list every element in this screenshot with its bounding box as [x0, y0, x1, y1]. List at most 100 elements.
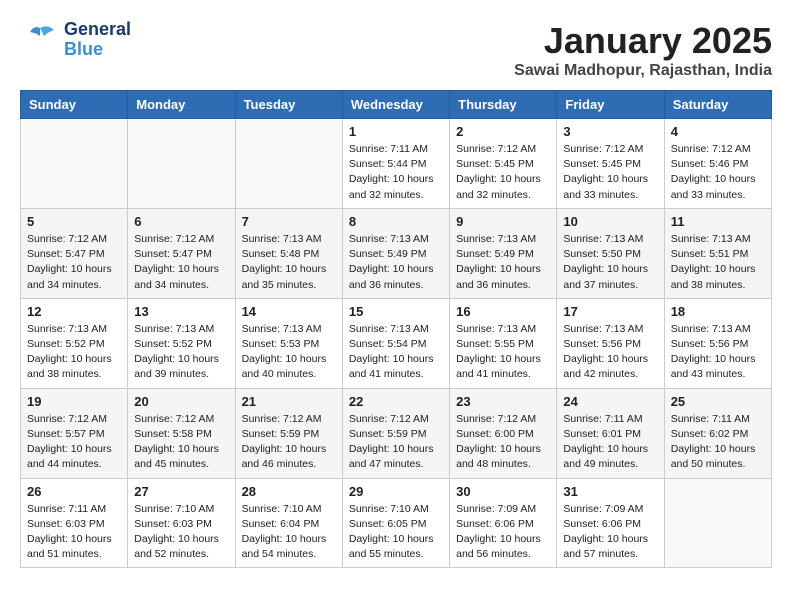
day-info: Sunrise: 7:13 AM Sunset: 5:54 PM Dayligh…: [349, 322, 443, 383]
calendar-header-tuesday: Tuesday: [235, 91, 342, 119]
day-info: Sunrise: 7:11 AM Sunset: 5:44 PM Dayligh…: [349, 142, 443, 203]
day-info: Sunrise: 7:13 AM Sunset: 5:56 PM Dayligh…: [563, 322, 657, 383]
day-info: Sunrise: 7:12 AM Sunset: 5:59 PM Dayligh…: [349, 412, 443, 473]
calendar-cell: 14Sunrise: 7:13 AM Sunset: 5:53 PM Dayli…: [235, 298, 342, 388]
day-number: 2: [456, 124, 550, 139]
day-info: Sunrise: 7:11 AM Sunset: 6:01 PM Dayligh…: [563, 412, 657, 473]
calendar-cell: 30Sunrise: 7:09 AM Sunset: 6:06 PM Dayli…: [450, 478, 557, 568]
day-info: Sunrise: 7:12 AM Sunset: 5:58 PM Dayligh…: [134, 412, 228, 473]
sub-title: Sawai Madhopur, Rajasthan, India: [514, 62, 772, 80]
calendar-cell: 18 Sunrise: 7:13 AM Sunset: 5:56 PM Dayli…: [664, 298, 771, 388]
logo-label: General Blue: [64, 20, 131, 60]
calendar-header-monday: Monday: [128, 91, 235, 119]
logo: General Blue: [20, 20, 131, 60]
calendar-cell: 24Sunrise: 7:11 AM Sunset: 6:01 PM Dayli…: [557, 388, 664, 478]
calendar-cell: [235, 119, 342, 209]
calendar-cell: 2 Sunrise: 7:12 AM Sunset: 5:45 PM Daylig…: [450, 119, 557, 209]
calendar-cell: 6 Sunrise: 7:12 AM Sunset: 5:47 PM Daylig…: [128, 208, 235, 298]
day-info: Sunrise: 7:12 AM Sunset: 5:47 PM Dayligh…: [27, 232, 121, 293]
calendar-week-3: 12 Sunrise: 7:13 AM Sunset: 5:52 PM Dayli…: [21, 298, 772, 388]
day-info: Sunrise: 7:13 AM Sunset: 5:52 PM Dayligh…: [27, 322, 121, 383]
calendar-cell: 26Sunrise: 7:11 AM Sunset: 6:03 PM Dayli…: [21, 478, 128, 568]
calendar-header-wednesday: Wednesday: [342, 91, 449, 119]
calendar-cell: 5 Sunrise: 7:12 AM Sunset: 5:47 PM Daylig…: [21, 208, 128, 298]
day-info: Sunrise: 7:10 AM Sunset: 6:04 PM Dayligh…: [242, 502, 336, 563]
day-number: 13: [134, 304, 228, 319]
logo-blue-text: Blue: [64, 40, 131, 60]
calendar-header-sunday: Sunday: [21, 91, 128, 119]
day-info: Sunrise: 7:13 AM Sunset: 5:51 PM Dayligh…: [671, 232, 765, 293]
day-number: 17: [563, 304, 657, 319]
day-info: Sunrise: 7:13 AM Sunset: 5:49 PM Dayligh…: [456, 232, 550, 293]
calendar-cell: 13 Sunrise: 7:13 AM Sunset: 5:52 PM Dayli…: [128, 298, 235, 388]
calendar-cell: 8 Sunrise: 7:13 AM Sunset: 5:49 PM Daylig…: [342, 208, 449, 298]
day-number: 27: [134, 484, 228, 499]
calendar-cell: 9Sunrise: 7:13 AM Sunset: 5:49 PM Daylig…: [450, 208, 557, 298]
calendar-header-friday: Friday: [557, 91, 664, 119]
day-number: 5: [27, 214, 121, 229]
day-info: Sunrise: 7:13 AM Sunset: 5:56 PM Dayligh…: [671, 322, 765, 383]
day-number: 11: [671, 214, 765, 229]
day-number: 16: [456, 304, 550, 319]
calendar-cell: 3 Sunrise: 7:12 AM Sunset: 5:45 PM Daylig…: [557, 119, 664, 209]
day-number: 22: [349, 394, 443, 409]
day-info: Sunrise: 7:13 AM Sunset: 5:55 PM Dayligh…: [456, 322, 550, 383]
day-info: Sunrise: 7:12 AM Sunset: 5:47 PM Dayligh…: [134, 232, 228, 293]
calendar-header-row: SundayMondayTuesdayWednesdayThursdayFrid…: [21, 91, 772, 119]
day-number: 19: [27, 394, 121, 409]
day-info: Sunrise: 7:13 AM Sunset: 5:53 PM Dayligh…: [242, 322, 336, 383]
calendar-cell: 10 Sunrise: 7:13 AM Sunset: 5:50 PM Dayli…: [557, 208, 664, 298]
calendar-cell: 11 Sunrise: 7:13 AM Sunset: 5:51 PM Dayli…: [664, 208, 771, 298]
day-number: 3: [563, 124, 657, 139]
calendar-cell: 27 Sunrise: 7:10 AM Sunset: 6:03 PM Dayli…: [128, 478, 235, 568]
calendar-header-saturday: Saturday: [664, 91, 771, 119]
logo-general-text: General: [64, 20, 131, 40]
day-info: Sunrise: 7:13 AM Sunset: 5:50 PM Dayligh…: [563, 232, 657, 293]
day-number: 8: [349, 214, 443, 229]
calendar-cell: 20 Sunrise: 7:12 AM Sunset: 5:58 PM Dayli…: [128, 388, 235, 478]
day-info: Sunrise: 7:10 AM Sunset: 6:03 PM Dayligh…: [134, 502, 228, 563]
day-number: 21: [242, 394, 336, 409]
calendar-week-4: 19Sunrise: 7:12 AM Sunset: 5:57 PM Dayli…: [21, 388, 772, 478]
main-title: January 2025: [514, 20, 772, 62]
calendar-cell: 19Sunrise: 7:12 AM Sunset: 5:57 PM Dayli…: [21, 388, 128, 478]
day-number: 7: [242, 214, 336, 229]
day-info: Sunrise: 7:12 AM Sunset: 6:00 PM Dayligh…: [456, 412, 550, 473]
day-number: 1: [349, 124, 443, 139]
day-info: Sunrise: 7:13 AM Sunset: 5:52 PM Dayligh…: [134, 322, 228, 383]
calendar-cell: 4Sunrise: 7:12 AM Sunset: 5:46 PM Daylig…: [664, 119, 771, 209]
calendar-cell: 7Sunrise: 7:13 AM Sunset: 5:48 PM Daylig…: [235, 208, 342, 298]
day-info: Sunrise: 7:10 AM Sunset: 6:05 PM Dayligh…: [349, 502, 443, 563]
day-info: Sunrise: 7:12 AM Sunset: 5:45 PM Dayligh…: [456, 142, 550, 203]
day-number: 26: [27, 484, 121, 499]
day-number: 12: [27, 304, 121, 319]
calendar-cell: 17 Sunrise: 7:13 AM Sunset: 5:56 PM Dayli…: [557, 298, 664, 388]
calendar-header-thursday: Thursday: [450, 91, 557, 119]
calendar-cell: 28 Sunrise: 7:10 AM Sunset: 6:04 PM Dayli…: [235, 478, 342, 568]
day-info: Sunrise: 7:09 AM Sunset: 6:06 PM Dayligh…: [456, 502, 550, 563]
day-info: Sunrise: 7:12 AM Sunset: 5:45 PM Dayligh…: [563, 142, 657, 203]
day-info: Sunrise: 7:12 AM Sunset: 5:59 PM Dayligh…: [242, 412, 336, 473]
header: General Blue January 2025 Sawai Madhopur…: [20, 20, 772, 80]
day-number: 18: [671, 304, 765, 319]
day-number: 6: [134, 214, 228, 229]
calendar-cell: [21, 119, 128, 209]
calendar-cell: 21 Sunrise: 7:12 AM Sunset: 5:59 PM Dayli…: [235, 388, 342, 478]
day-number: 20: [134, 394, 228, 409]
logo-icon: [20, 20, 60, 60]
day-info: Sunrise: 7:13 AM Sunset: 5:49 PM Dayligh…: [349, 232, 443, 293]
day-number: 15: [349, 304, 443, 319]
calendar-cell: 31Sunrise: 7:09 AM Sunset: 6:06 PM Dayli…: [557, 478, 664, 568]
calendar-cell: 29 Sunrise: 7:10 AM Sunset: 6:05 PM Dayli…: [342, 478, 449, 568]
day-number: 10: [563, 214, 657, 229]
calendar-cell: [128, 119, 235, 209]
day-number: 29: [349, 484, 443, 499]
calendar-cell: [664, 478, 771, 568]
day-number: 4: [671, 124, 765, 139]
calendar-cell: 25 Sunrise: 7:11 AM Sunset: 6:02 PM Dayli…: [664, 388, 771, 478]
calendar: SundayMondayTuesdayWednesdayThursdayFrid…: [20, 90, 772, 568]
day-info: Sunrise: 7:11 AM Sunset: 6:02 PM Dayligh…: [671, 412, 765, 473]
calendar-cell: 12 Sunrise: 7:13 AM Sunset: 5:52 PM Dayli…: [21, 298, 128, 388]
day-number: 25: [671, 394, 765, 409]
day-number: 28: [242, 484, 336, 499]
